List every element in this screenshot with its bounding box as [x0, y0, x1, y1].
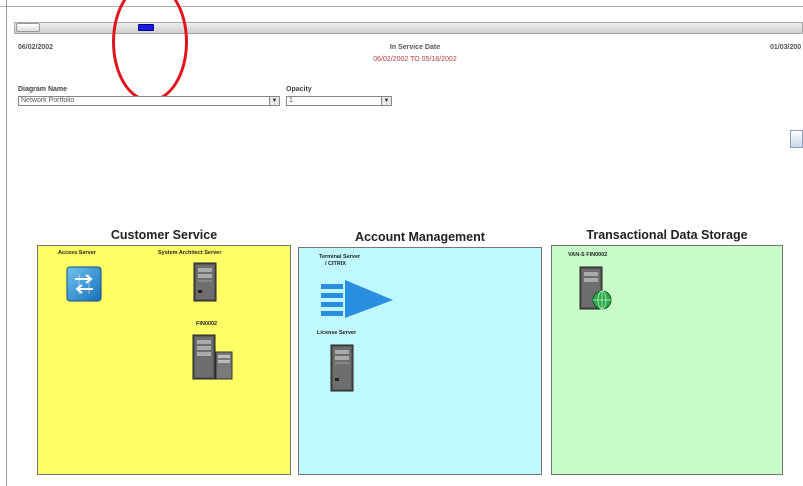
server-tower-icon[interactable]	[192, 262, 218, 307]
node-label-terminal-server-citrix: / CITRIX	[325, 261, 347, 267]
server-cluster-icon[interactable]	[192, 334, 234, 385]
diagram-name-label: Diagram Name	[18, 86, 68, 93]
group-transactional-data-storage: VAN-S FIN0002	[551, 245, 783, 475]
terminal-server-arrow-icon[interactable]	[319, 278, 395, 323]
server-tower-icon[interactable]	[329, 344, 355, 397]
opacity-select[interactable]: 1 ▼	[286, 96, 392, 106]
node-label-access-server: Access Server	[58, 250, 96, 256]
group-title-account-management: Account Management	[355, 230, 485, 244]
group-account-management: Terminal Server / CITRIX License Server	[298, 247, 542, 475]
slider-start-date: 06/02/2002	[18, 44, 54, 51]
node-label-van-s-fin0002: VAN-S FIN0002	[568, 252, 608, 258]
opacity-value: 1	[289, 97, 293, 104]
dropdown-arrow-icon[interactable]: ▼	[269, 97, 279, 105]
diagram-name-value: Network Portfolio	[21, 97, 75, 104]
node-label-terminal-server: Terminal Server	[319, 254, 361, 260]
node-label-fin0002: FIN0002	[196, 321, 218, 327]
node-label-system-architect-server: System Architect Server	[158, 250, 222, 256]
slider-scroll-left-button[interactable]	[16, 23, 40, 32]
opacity-label: Opacity	[286, 86, 312, 93]
diagram-name-select[interactable]: Network Portfolio ▼	[18, 96, 280, 106]
group-title-customer-service: Customer Service	[110, 228, 218, 242]
node-label-license-server: License Server	[317, 330, 357, 336]
group-customer-service: Access Server System Architect Server FI…	[37, 245, 291, 475]
slider-end-date: 01/03/200	[770, 44, 802, 51]
slider-date-range: 06/02/2002 TO 05/18/2002	[373, 56, 457, 63]
slider-title: In Service Date	[389, 44, 441, 51]
web-server-icon[interactable]	[578, 266, 612, 317]
network-switch-icon[interactable]	[66, 266, 102, 307]
side-panel-button[interactable]	[790, 130, 803, 148]
dropdown-arrow-icon[interactable]: ▼	[381, 97, 391, 105]
group-title-transactional-data-storage: Transactional Data Storage	[586, 228, 748, 242]
